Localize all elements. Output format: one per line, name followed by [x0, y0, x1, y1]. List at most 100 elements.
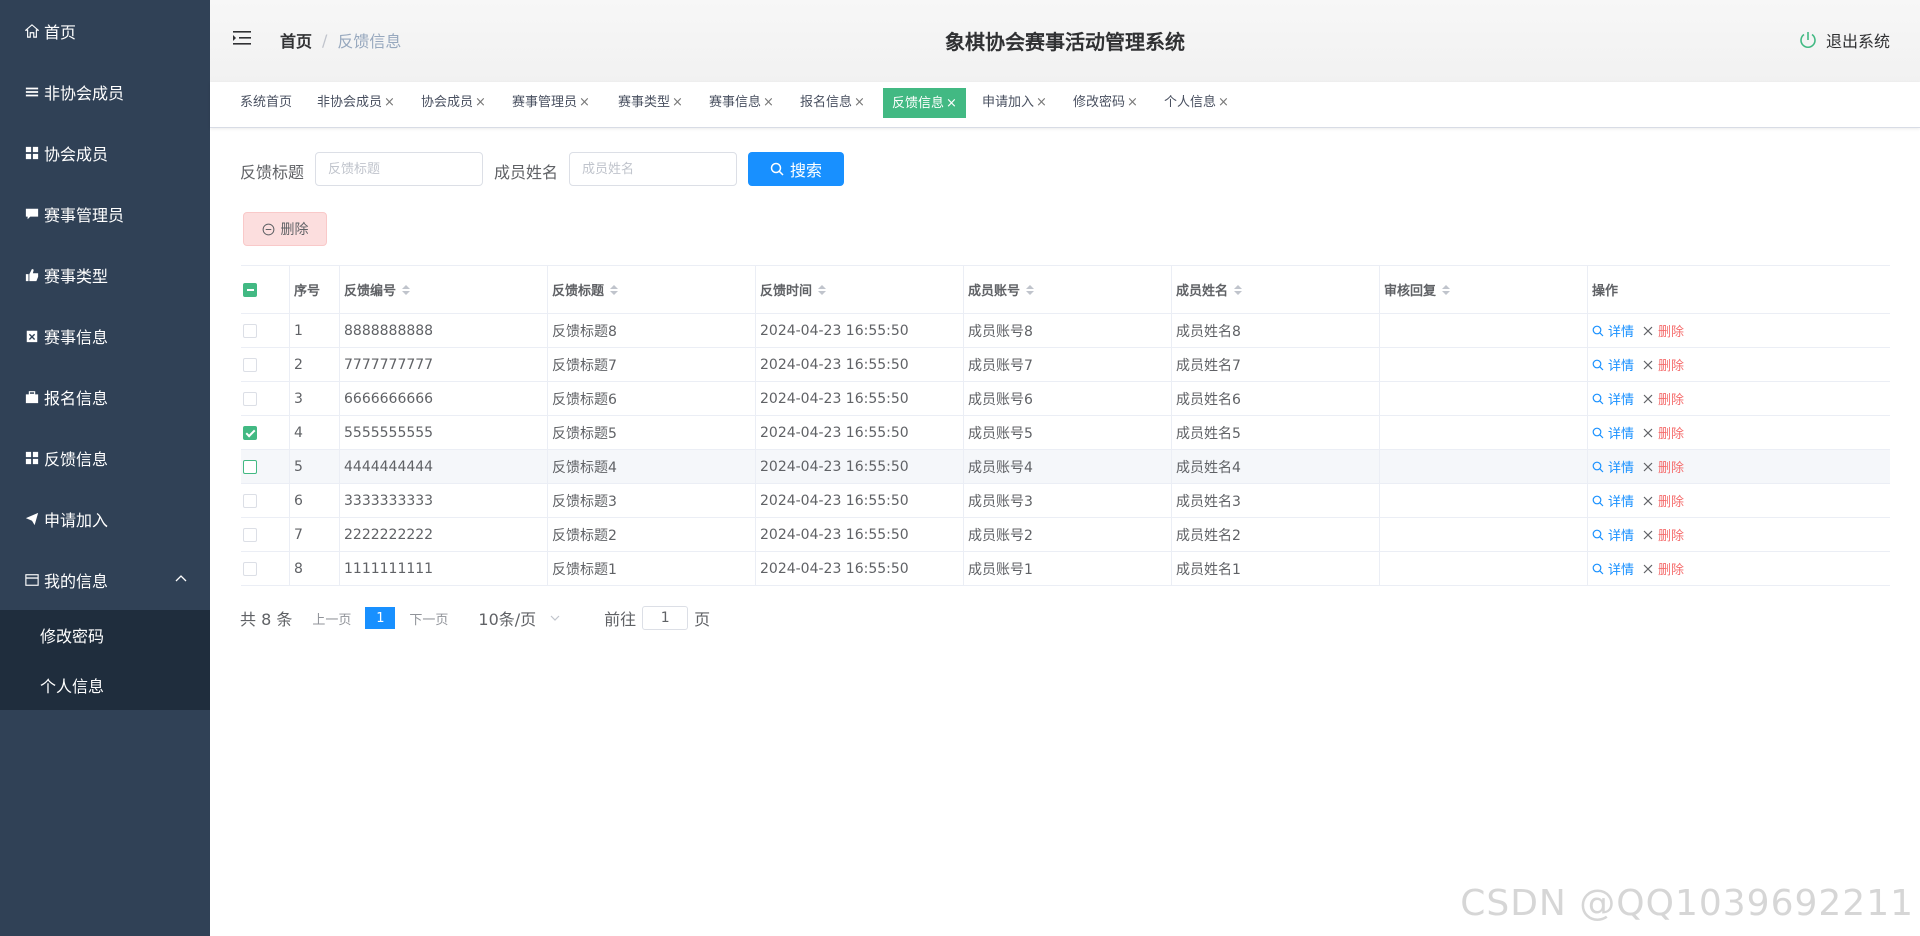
column-header-code[interactable]: 反馈编号 [340, 266, 548, 313]
table-row[interactable]: 5 4444444444 反馈标题4 2024-04-23 16:55:50 成员账号4… [241, 450, 1890, 484]
search-icon [1592, 325, 1604, 336]
close-icon[interactable]: × [672, 95, 683, 110]
tab-apply[interactable]: 申请加入 × [982, 88, 1047, 118]
sidebar-subitem-change-password[interactable]: 修改密码 [0, 610, 210, 660]
goto-page-input[interactable] [642, 606, 689, 630]
close-icon[interactable]: × [1218, 95, 1229, 110]
sort-icon[interactable] [1442, 284, 1451, 295]
close-icon[interactable]: × [1036, 95, 1047, 110]
detail-button[interactable]: 详情 [1592, 525, 1634, 544]
tab-event-admins[interactable]: 赛事管理员 × [512, 88, 590, 118]
column-header-title[interactable]: 反馈标题 [548, 266, 756, 313]
sidebar-item-event-info[interactable]: 赛事信息 [0, 305, 210, 366]
table-row[interactable]: 3 6666666666 反馈标题6 2024-04-23 16:55:50 成员账号6… [241, 382, 1890, 416]
grid-icon [24, 450, 40, 466]
sort-icon[interactable] [818, 284, 827, 295]
member-name-input[interactable] [569, 152, 737, 186]
tab-system-home[interactable]: 系统首页 [240, 88, 292, 118]
row-checkbox[interactable] [243, 391, 257, 406]
feedback-title-input[interactable] [315, 152, 483, 186]
delete-button[interactable]: 删除 [1642, 559, 1684, 578]
row-checkbox[interactable] [243, 425, 257, 440]
sidebar-item-feedback[interactable]: 反馈信息 [0, 427, 210, 488]
close-icon[interactable]: × [854, 95, 865, 110]
table-row[interactable]: 1 8888888888 反馈标题8 2024-04-23 16:55:50 成员账号8… [241, 314, 1890, 348]
row-checkbox[interactable] [243, 493, 257, 508]
cell-no: 7 [294, 526, 303, 543]
detail-button[interactable]: 详情 [1592, 423, 1634, 442]
cell-account: 成员账号4 [968, 459, 1033, 476]
cell-name: 成员姓名4 [1176, 459, 1241, 476]
detail-button[interactable]: 详情 [1592, 457, 1634, 476]
close-icon[interactable]: × [946, 96, 957, 111]
sidebar-item-apply[interactable]: 申请加入 [0, 488, 210, 549]
table-row[interactable]: 8 1111111111 反馈标题1 2024-04-23 16:55:50 成员账号1… [241, 552, 1890, 586]
select-all-checkbox[interactable] [243, 282, 257, 297]
close-icon[interactable]: × [475, 95, 486, 110]
cell-code: 5555555555 [344, 424, 434, 441]
delete-button[interactable]: 删除 [1642, 491, 1684, 510]
cell-time: 2024-04-23 16:55:50 [760, 458, 909, 475]
search-button[interactable]: 搜索 [748, 152, 844, 186]
tab-feedback[interactable]: 反馈信息 × [883, 88, 966, 118]
cell-title: 反馈标题5 [552, 425, 617, 442]
sort-icon[interactable] [1234, 284, 1243, 295]
next-page-button[interactable]: 下一页 [409, 609, 448, 628]
table-row[interactable]: 4 5555555555 反馈标题5 2024-04-23 16:55:50 成员账号5… [241, 416, 1890, 450]
sort-icon[interactable] [610, 284, 619, 295]
row-checkbox[interactable] [243, 561, 257, 576]
tab-personal-info[interactable]: 个人信息 × [1164, 88, 1229, 118]
tab-registration[interactable]: 报名信息 × [800, 88, 865, 118]
sidebar-subitem-personal-info[interactable]: 个人信息 [0, 660, 210, 710]
tab-non-members[interactable]: 非协会成员 × [317, 88, 395, 118]
watermark: CSDN @QQ1039692211 [1460, 883, 1914, 924]
tab-members[interactable]: 协会成员 × [421, 88, 486, 118]
detail-button[interactable]: 详情 [1592, 389, 1634, 408]
column-header-time[interactable]: 反馈时间 [756, 266, 964, 313]
row-checkbox[interactable] [243, 323, 257, 338]
detail-button[interactable]: 详情 [1592, 321, 1634, 340]
detail-button[interactable]: 详情 [1592, 559, 1634, 578]
sort-icon[interactable] [402, 284, 411, 295]
delete-button[interactable]: 删除 [1642, 389, 1684, 408]
delete-button[interactable]: 删除 [1642, 321, 1684, 340]
row-checkbox[interactable] [243, 459, 257, 474]
prev-page-button[interactable]: 上一页 [312, 609, 351, 628]
page-number-button[interactable]: 1 [365, 607, 396, 629]
sidebar-item-non-members[interactable]: 非协会成员 [0, 61, 210, 122]
sort-icon[interactable] [1026, 284, 1035, 295]
sidebar-item-event-types[interactable]: 赛事类型 [0, 244, 210, 305]
sidebar-item-event-admins[interactable]: 赛事管理员 [0, 183, 210, 244]
delete-button[interactable]: 删除 [1642, 525, 1684, 544]
table-row[interactable]: 6 3333333333 反馈标题3 2024-04-23 16:55:50 成员账号3… [241, 484, 1890, 518]
column-header-reply[interactable]: 审核回复 [1380, 266, 1588, 313]
logout-button[interactable]: 退出系统 [1798, 28, 1890, 52]
detail-button[interactable]: 详情 [1592, 491, 1634, 510]
table-row[interactable]: 2 7777777777 反馈标题7 2024-04-23 16:55:50 成员账号7… [241, 348, 1890, 382]
row-checkbox[interactable] [243, 357, 257, 372]
feedback-table: 序号 反馈编号 反馈标题 反馈时间 成员账号 成员姓名 审核回复 操作 1 888… [241, 265, 1890, 586]
sidebar-item-my-info[interactable]: 我的信息 [0, 549, 210, 610]
batch-delete-button[interactable]: 删除 [243, 212, 327, 246]
detail-button[interactable]: 详情 [1592, 355, 1634, 374]
clipboard-icon [24, 328, 40, 344]
close-icon[interactable]: × [1127, 95, 1138, 110]
column-header-account[interactable]: 成员账号 [964, 266, 1172, 313]
close-icon[interactable]: × [579, 95, 590, 110]
sidebar-item-home[interactable]: 首页 [0, 0, 210, 61]
cell-no: 8 [294, 560, 303, 577]
sidebar-item-registration[interactable]: 报名信息 [0, 366, 210, 427]
tab-event-types[interactable]: 赛事类型 × [618, 88, 683, 118]
delete-button[interactable]: 删除 [1642, 423, 1684, 442]
table-row[interactable]: 7 2222222222 反馈标题2 2024-04-23 16:55:50 成员账号2… [241, 518, 1890, 552]
close-icon[interactable]: × [763, 95, 774, 110]
column-header-name[interactable]: 成员姓名 [1172, 266, 1380, 313]
tab-change-password[interactable]: 修改密码 × [1073, 88, 1138, 118]
row-checkbox[interactable] [243, 527, 257, 542]
sidebar-item-members[interactable]: 协会成员 [0, 122, 210, 183]
tab-event-info[interactable]: 赛事信息 × [709, 88, 774, 118]
page-size-select[interactable]: 10条/页 [478, 606, 560, 630]
close-icon[interactable]: × [384, 95, 395, 110]
delete-button[interactable]: 删除 [1642, 457, 1684, 476]
delete-button[interactable]: 删除 [1642, 355, 1684, 374]
